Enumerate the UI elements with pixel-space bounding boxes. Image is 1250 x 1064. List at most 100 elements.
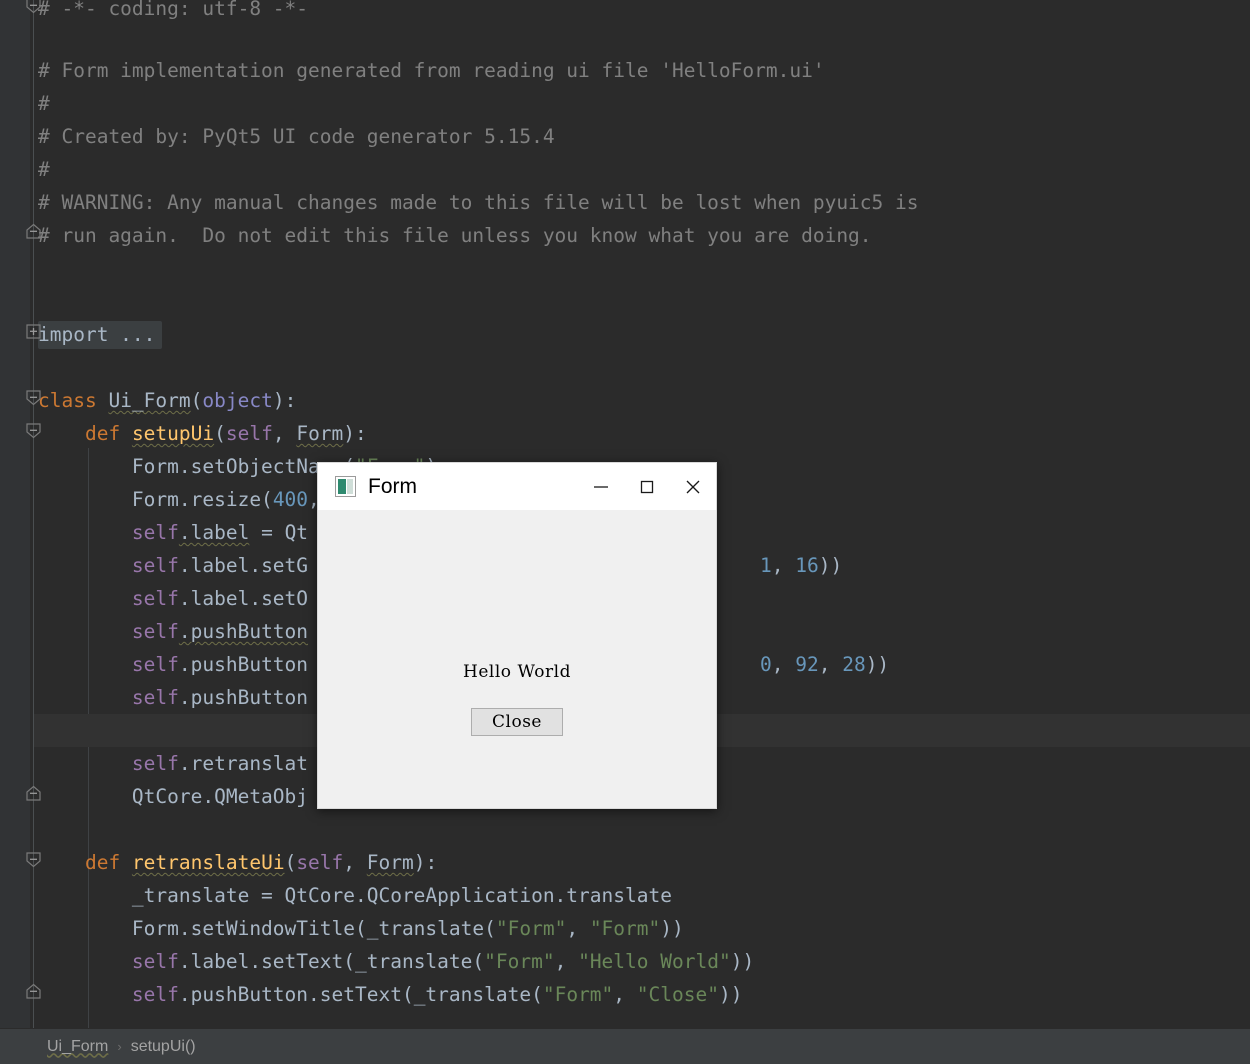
fold-marker-fold-end[interactable] — [24, 784, 43, 803]
maximize-icon[interactable] — [624, 463, 670, 510]
code-token: ( — [214, 422, 226, 445]
code-token: ): — [272, 389, 297, 412]
code-token: = Qt — [249, 521, 309, 544]
fold-marker-fold-start[interactable] — [24, 850, 43, 869]
code-token: .label.setText(_translate( — [178, 950, 485, 973]
code-line: # — [0, 87, 50, 120]
code-token: # WARNING: Any manual changes made to th… — [38, 191, 919, 214]
code-token: self — [131, 554, 179, 577]
qt-titlebar[interactable]: Form — [318, 463, 716, 510]
code-token: .label.setG — [178, 554, 309, 577]
code-token: )) — [730, 950, 755, 973]
code-token: object — [202, 389, 273, 412]
code-line: self.label.setText(_translate("Form", "H… — [0, 945, 754, 978]
code-line: self.label.setG — [0, 549, 308, 582]
code-line: # -*- coding: utf-8 -*- — [0, 0, 308, 25]
code-line: self.label.setO — [0, 582, 308, 615]
code-token: , — [566, 917, 590, 940]
code-token: # run again. Do not edit this file unles… — [38, 224, 872, 247]
code-token: self — [131, 653, 179, 676]
code-line: def setupUi(self, Form): — [0, 417, 367, 450]
minimize-icon[interactable] — [578, 463, 624, 510]
code-token: self — [131, 587, 179, 610]
code-token: .retranslat — [178, 752, 309, 775]
breadcrumb-item-1[interactable]: Ui_Form — [47, 1038, 108, 1056]
code-token: , — [771, 554, 796, 577]
breadcrumb-separator: › — [117, 1039, 122, 1054]
code-token: .pushButton — [178, 686, 309, 709]
code-token: , — [343, 851, 367, 874]
code-token: self — [131, 752, 179, 775]
code-token: # -*- coding: utf-8 -*- — [38, 0, 309, 20]
code-token: 0 — [760, 653, 772, 676]
fold-marker-fold-end[interactable] — [24, 982, 43, 1001]
code-token: .pushButton — [178, 620, 309, 643]
code-line: self.pushButton — [0, 648, 308, 681]
code-token: _translate = QtCore.QCoreApplication.tra… — [38, 884, 672, 907]
code-token: ( — [190, 389, 203, 412]
qt-window-controls[interactable] — [578, 463, 716, 510]
code-token: , — [272, 422, 297, 445]
ide-window: # -*- coding: utf-8 -*- # Form implementa… — [0, 0, 1250, 1064]
code-line: # Created by: PyQt5 UI code generator 5.… — [0, 120, 555, 153]
code-token: Form — [366, 851, 414, 874]
qt-form-body: Hello World Close — [318, 510, 716, 808]
code-token: import ... — [38, 323, 156, 346]
code-line: self.pushButton — [0, 615, 308, 648]
qt-window-title: Form — [368, 474, 417, 498]
code-token: class — [38, 389, 109, 412]
code-line: Form.setWindowTitle(_translate("Form", "… — [0, 912, 684, 945]
code-line: class Ui_Form(object): — [0, 384, 296, 417]
fold-marker-fold-start[interactable] — [24, 0, 43, 15]
code-token: )) — [818, 554, 843, 577]
code-token: , — [818, 653, 843, 676]
code-token: 92 — [795, 653, 819, 676]
fold-marker-fold-end[interactable] — [24, 222, 43, 241]
code-token: self — [296, 851, 344, 874]
code-line: # WARNING: Any manual changes made to th… — [0, 186, 919, 219]
code-token: # Form implementation generated from rea… — [38, 59, 825, 82]
code-token: self — [131, 950, 179, 973]
code-token: )) — [660, 917, 684, 940]
breadcrumb-item-2[interactable]: setupUi() — [131, 1038, 196, 1056]
code-token: "Form" — [589, 917, 661, 940]
qt-form-window[interactable]: Form Hello World Close — [317, 462, 717, 809]
fold-marker-fold-start[interactable] — [24, 388, 43, 407]
hello-world-label: Hello World — [463, 662, 571, 682]
code-token: )) — [718, 983, 743, 1006]
breadcrumb[interactable]: Ui_Form › setupUi() — [0, 1029, 1250, 1064]
code-token: , — [771, 653, 796, 676]
code-token: Form — [296, 422, 344, 445]
code-token: ): — [343, 422, 367, 445]
code-line: self.pushButton — [0, 681, 308, 714]
code-token: "Hello World" — [578, 950, 731, 973]
code-line: _translate = QtCore.QCoreApplication.tra… — [0, 879, 672, 912]
fold-marker-fold-start[interactable] — [24, 421, 43, 440]
code-token: # Created by: PyQt5 UI code generator 5.… — [38, 125, 555, 148]
close-icon[interactable] — [670, 463, 716, 510]
code-line: self.pushButton.setText(_translate("Form… — [0, 978, 743, 1011]
code-token: Form.resize( — [38, 488, 273, 511]
code-line-tail: 0, 92, 28)) — [760, 648, 889, 681]
code-token: self — [131, 686, 179, 709]
code-token: .label — [178, 521, 250, 544]
code-line: # run again. Do not edit this file unles… — [0, 219, 872, 252]
code-token: )) — [865, 653, 890, 676]
code-token: self — [225, 422, 273, 445]
fold-marker-collapsed[interactable] — [24, 322, 43, 341]
code-token: , — [613, 983, 637, 1006]
close-button[interactable]: Close — [471, 708, 563, 736]
code-token: "Form" — [495, 917, 567, 940]
code-line: QtCore.QMetaObj — [0, 780, 308, 813]
code-token: # — [38, 158, 50, 181]
code-line: # — [0, 153, 50, 186]
code-token: QtCore.QMetaObj — [38, 785, 309, 808]
code-line: self.label = Qt — [0, 516, 308, 549]
code-token: .pushButton — [178, 653, 309, 676]
